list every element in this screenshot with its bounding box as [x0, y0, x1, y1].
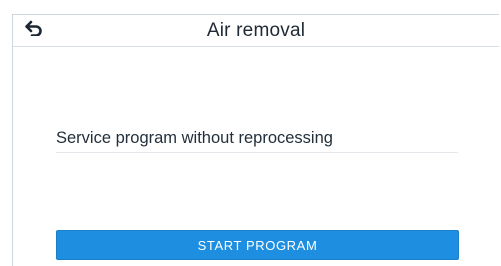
- page-title: Air removal: [206, 20, 306, 41]
- program-description: Service program without reprocessing: [56, 129, 458, 153]
- start-program-button[interactable]: START PROGRAM: [56, 230, 459, 260]
- program-screen: Air removal Service program without repr…: [12, 14, 499, 266]
- header-bar: Air removal: [13, 15, 499, 47]
